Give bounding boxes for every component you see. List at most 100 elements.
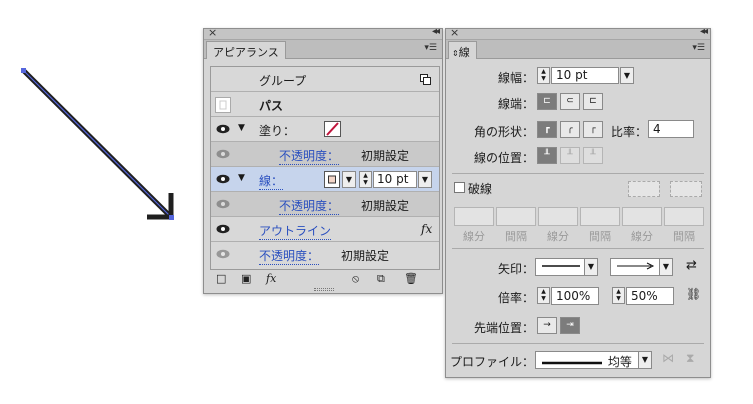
butt-cap-button[interactable]: ⊏ xyxy=(537,93,557,110)
add-stroke-icon[interactable]: □ xyxy=(216,272,226,285)
panel-menu-icon[interactable]: ▾☰ xyxy=(424,43,437,53)
list-item-stroke[interactable]: ▼ 線： ▼ ▲ ▼ 10 pt ▼ xyxy=(211,167,439,192)
flip-along-icon[interactable]: ⋈ xyxy=(662,351,674,365)
close-icon[interactable]: × xyxy=(450,26,459,39)
arrow-tip-beyond-button[interactable]: → xyxy=(537,317,557,334)
group-icon xyxy=(420,74,431,85)
gap-field-3[interactable] xyxy=(664,207,704,226)
visibility-eye-icon[interactable] xyxy=(216,224,230,234)
miter-limit-input[interactable]: 4 xyxy=(648,120,694,138)
align-center-button[interactable]: ╨ xyxy=(537,147,557,164)
preserve-dash-button[interactable] xyxy=(628,181,660,197)
panel-titlebar[interactable]: × ◂◂ xyxy=(446,26,710,40)
swap-arrowheads-icon[interactable]: ⇄ xyxy=(686,258,697,273)
add-effect-button[interactable]: fx xyxy=(266,272,276,285)
tab-stroke[interactable]: ⇕線 xyxy=(448,41,477,59)
stroke-link[interactable]: 線： xyxy=(259,172,284,190)
visibility-eye-icon[interactable] xyxy=(216,174,230,184)
stroke-swatch-icon[interactable] xyxy=(324,171,340,188)
opacity-link[interactable]: 不透明度： xyxy=(279,147,340,165)
line-preview-icon xyxy=(542,265,580,267)
scale-label: 倍率： xyxy=(497,291,534,305)
list-item-group[interactable]: グループ xyxy=(211,67,439,92)
list-item-stroke-opacity[interactable]: 不透明度： 初期設定 xyxy=(211,192,439,217)
selected-path-outline xyxy=(23,70,172,218)
start-arrowhead-dropdown[interactable]: ▼ xyxy=(584,258,598,276)
profile-label: プロファイル： xyxy=(449,355,534,369)
gap-label: 間隔 xyxy=(589,230,611,243)
close-icon[interactable]: × xyxy=(208,26,217,39)
clear-appearance-icon[interactable]: ⦸ xyxy=(352,272,359,286)
align-outside-button[interactable]: ╨ xyxy=(583,147,603,164)
projecting-cap-button[interactable]: ⊏ xyxy=(583,93,603,110)
panel-tab-strip: ⇕線 ▾☰ xyxy=(446,40,710,59)
duplicate-item-icon[interactable]: ⧉ xyxy=(377,272,385,286)
end-arrowhead-dropdown[interactable]: ▼ xyxy=(659,258,673,276)
width-profile-select[interactable]: 均等 xyxy=(535,351,639,369)
flip-across-icon[interactable]: ⧗ xyxy=(686,351,694,366)
end-arrowhead-select[interactable] xyxy=(610,258,662,276)
end-scale-stepper[interactable]: ▲ ▼ xyxy=(612,287,625,304)
stroke-weight-dropdown[interactable]: ▼ xyxy=(418,171,432,188)
panel-menu-icon[interactable]: ▾☰ xyxy=(692,43,705,53)
visibility-eye-icon[interactable] xyxy=(216,124,230,134)
dashed-line-checkbox[interactable] xyxy=(454,182,465,193)
list-item-object-opacity[interactable]: 不透明度： 初期設定 xyxy=(211,242,439,267)
align-dash-corners-button[interactable] xyxy=(670,181,702,197)
stroke-weight-input[interactable]: 10 pt xyxy=(373,171,417,188)
visibility-eye-icon[interactable] xyxy=(216,149,230,159)
list-item-fill[interactable]: ▼ 塗り： xyxy=(211,117,439,142)
path-label: パス xyxy=(259,99,284,113)
list-item-path[interactable]: パス xyxy=(211,92,439,117)
visibility-eye-icon[interactable] xyxy=(216,249,230,259)
opacity-value: 初期設定 xyxy=(361,149,410,163)
divider xyxy=(452,343,704,344)
dash-field-2[interactable] xyxy=(538,207,578,226)
opacity-link[interactable]: 不透明度： xyxy=(279,197,340,215)
fill-none-swatch-icon[interactable] xyxy=(324,121,341,137)
round-join-button[interactable]: ╭ xyxy=(560,121,580,138)
start-scale-stepper[interactable]: ▲ ▼ xyxy=(537,287,550,304)
end-scale-input[interactable]: 50% xyxy=(626,287,674,305)
appearance-panel: × ◂◂ アピアランス ▾☰ グループ パス ▼ 塗り： 不透明度： 初期設定 … xyxy=(203,26,443,294)
dash-field-3[interactable] xyxy=(622,207,662,226)
canvas-arrow-artwork[interactable] xyxy=(0,0,200,230)
bevel-join-button[interactable]: ┌ xyxy=(583,121,603,138)
weight-stepper[interactable]: ▲ ▼ xyxy=(537,67,550,84)
gap-field-2[interactable] xyxy=(580,207,620,226)
gap-field-1[interactable] xyxy=(496,207,536,226)
arrow-tip-at-end-button[interactable]: ⇥ xyxy=(560,317,580,334)
trash-icon[interactable]: 🗑 xyxy=(404,272,418,285)
collapse-icon[interactable]: ◂◂ xyxy=(700,26,708,37)
link-scale-icon[interactable]: ⛓ xyxy=(686,287,701,301)
appearance-list: グループ パス ▼ 塗り： 不透明度： 初期設定 ▼ 線： ▼ ▲ ▼ 10 p… xyxy=(210,66,440,270)
collapse-icon[interactable]: ◂◂ xyxy=(432,26,440,37)
opacity-value: 初期設定 xyxy=(361,199,410,213)
visibility-eye-icon[interactable] xyxy=(216,199,230,209)
weight-input[interactable]: 10 pt xyxy=(551,67,619,84)
expand-triangle-icon[interactable]: ▼ xyxy=(238,173,245,183)
anchor-point-end[interactable] xyxy=(169,215,174,220)
resize-grip-icon[interactable] xyxy=(314,288,334,291)
align-inside-button[interactable]: ╨ xyxy=(560,147,580,164)
weight-dropdown[interactable]: ▼ xyxy=(620,67,634,84)
anchor-point-start[interactable] xyxy=(21,68,26,73)
miter-join-button[interactable]: ┏ xyxy=(537,121,557,138)
opacity-link[interactable]: 不透明度： xyxy=(259,247,320,265)
list-item-fill-opacity[interactable]: 不透明度： 初期設定 xyxy=(211,142,439,167)
list-item-outline-effect[interactable]: アウトライン fx xyxy=(211,217,439,242)
start-arrowhead-select[interactable] xyxy=(535,258,587,276)
outline-effect-link[interactable]: アウトライン xyxy=(259,222,332,240)
dash-field-1[interactable] xyxy=(454,207,494,226)
panel-titlebar[interactable]: × ◂◂ xyxy=(204,26,442,40)
stroke-swatch-dropdown[interactable]: ▼ xyxy=(342,171,356,188)
dash-label: 線分 xyxy=(463,230,485,243)
expand-triangle-icon[interactable]: ▼ xyxy=(238,123,245,133)
round-cap-button[interactable]: ⊂ xyxy=(560,93,580,110)
tab-appearance[interactable]: アピアランス xyxy=(206,41,286,59)
add-fill-icon[interactable]: ▣ xyxy=(241,272,251,285)
start-scale-input[interactable]: 100% xyxy=(551,287,599,305)
stroke-weight-stepper[interactable]: ▲ ▼ xyxy=(359,171,372,188)
width-profile-dropdown[interactable]: ▼ xyxy=(638,351,652,369)
arrowhead-label: 矢印： xyxy=(497,262,534,276)
